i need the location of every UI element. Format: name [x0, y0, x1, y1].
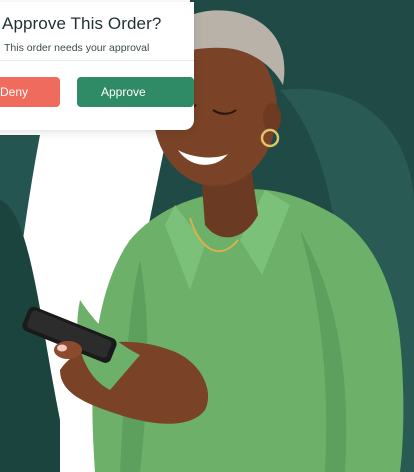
nail: [57, 344, 67, 352]
deny-button[interactable]: Deny: [0, 77, 60, 107]
approval-card: Approve This Order? This order needs you…: [0, 2, 194, 130]
card-divider: [0, 60, 194, 61]
ear: [263, 103, 281, 133]
hero-stage: Approve This Order? This order needs you…: [0, 0, 414, 472]
approval-subtitle: This order needs your approval: [4, 42, 150, 54]
approve-button[interactable]: Approve: [77, 77, 194, 107]
approval-title: Approve This Order?: [2, 14, 162, 33]
